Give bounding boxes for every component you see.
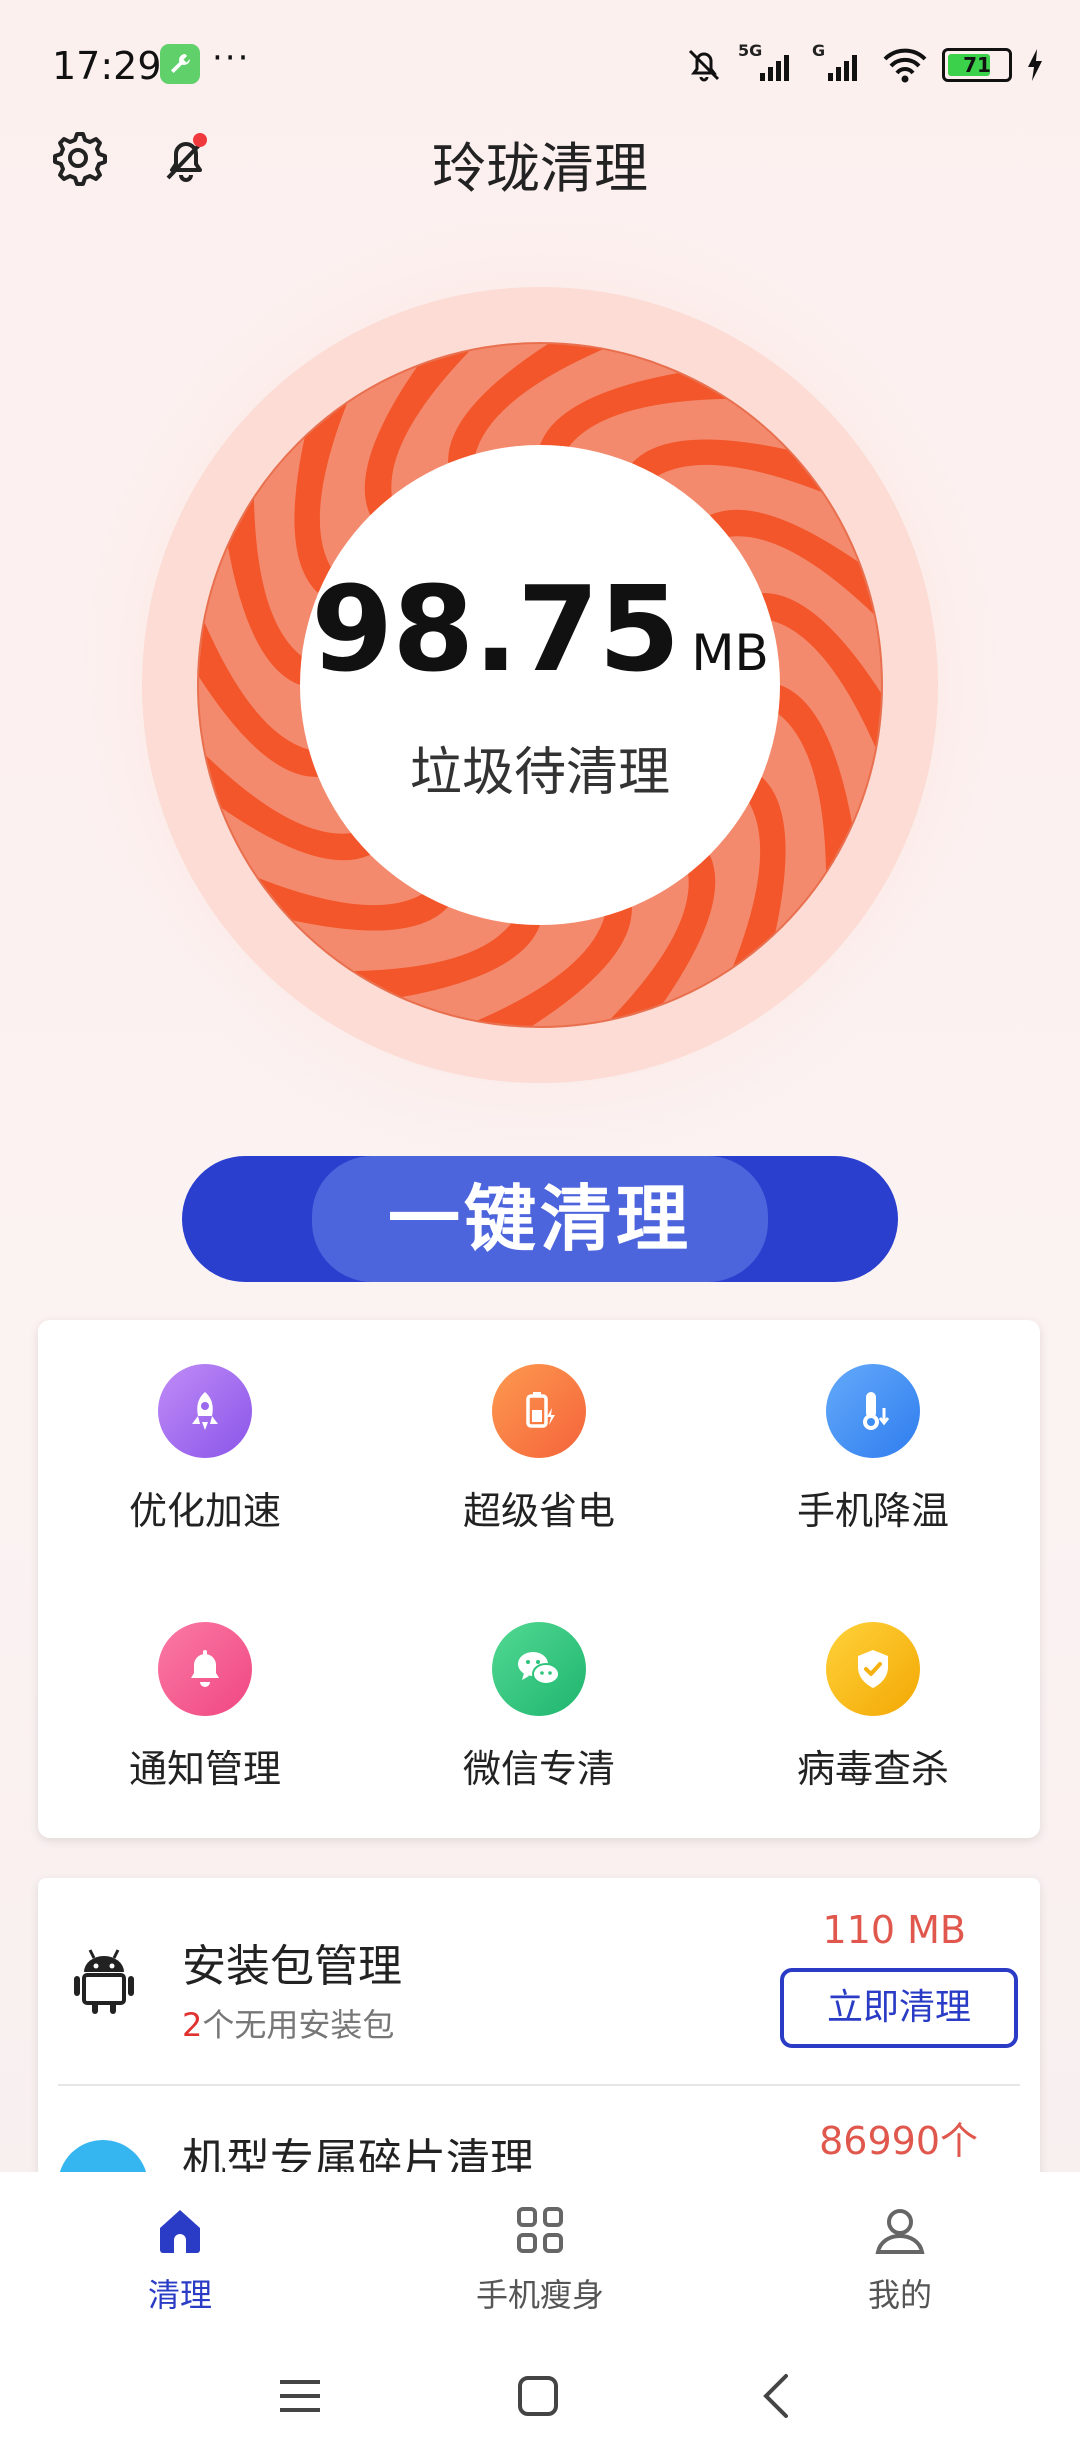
home-icon (160, 2210, 200, 2253)
tool-label: 优化加速 (128, 1489, 281, 1533)
tool-label: 病毒查杀 (796, 1747, 949, 1791)
package-size: 110 MB (822, 1908, 966, 1952)
list-item-package-manager[interactable]: 安装包管理 2个无用安装包 110 MB 立即清理 (38, 1878, 1040, 2084)
rocket-icon (158, 1364, 252, 1458)
tool-virus-scan[interactable]: 病毒查杀 (706, 1578, 1040, 1798)
status-time: 17:29 (52, 44, 162, 88)
nav-tab-mine[interactable]: 我的 (720, 2172, 1080, 2332)
bottom-nav: 清理 手机瘦身 我的 (0, 2172, 1080, 2332)
one-key-clean-label: 一键清理 (387, 1177, 692, 1261)
clean-now-button[interactable]: 立即清理 (780, 1968, 1018, 2048)
tool-optimize-speed[interactable]: 优化加速 (38, 1320, 372, 1540)
cleanup-list: 安装包管理 2个无用安装包 110 MB 立即清理 机型专属碎片清理 86990… (38, 1878, 1040, 2178)
tool-notification-manager[interactable]: 通知管理 (38, 1578, 372, 1798)
page-title: 玲珑清理 (432, 137, 648, 200)
tool-label: 超级省电 (462, 1489, 615, 1533)
junk-size-readout: 98.75 MB (0, 560, 1080, 698)
nav-label-clean: 清理 (147, 2276, 212, 2314)
nav-tab-clean[interactable]: 清理 (0, 2172, 360, 2332)
junk-size-unit: MB (691, 624, 769, 682)
tool-label: 微信专清 (462, 1747, 615, 1791)
menu-icon[interactable] (276, 2376, 324, 2416)
list-item-model-fragments[interactable]: 机型专属碎片清理 86990个 (38, 2084, 1040, 2178)
junk-label: 垃圾待清理 (409, 743, 670, 803)
bell-icon (158, 1622, 252, 1716)
status-bar: 17:29 ··· 5G G 71 (0, 0, 1080, 136)
shield-check-icon (826, 1622, 920, 1716)
package-manager-subtitle: 2个无用安装包 (182, 2000, 394, 2046)
system-nav-bar (0, 2332, 1080, 2460)
grid-icon (517, 2207, 563, 2253)
wifi-icon (883, 48, 927, 83)
silent-bell-icon (688, 49, 720, 82)
nav-label-slim: 手机瘦身 (475, 2276, 604, 2314)
battery-level: 71 (963, 53, 991, 77)
charging-icon (1028, 49, 1042, 81)
signal-2-icon: G (812, 41, 868, 85)
useless-package-count: 2 (182, 2006, 203, 2044)
battery-saver-icon (492, 1364, 586, 1458)
thermometer-icon (826, 1364, 920, 1458)
tool-phone-cooling[interactable]: 手机降温 (706, 1320, 1040, 1540)
nav-label-mine: 我的 (867, 2276, 932, 2314)
wechat-icon (492, 1622, 586, 1716)
more-notifications-indicator: ··· (212, 38, 251, 78)
package-manager-title: 安装包管理 (182, 1941, 402, 1992)
system-icons: 5G G 71 (684, 40, 1044, 90)
home-square-icon[interactable] (516, 2374, 560, 2418)
tool-wechat-clean[interactable]: 微信专清 (372, 1578, 706, 1798)
junk-size-value: 98.75 (311, 560, 680, 698)
tools-grid: 优化加速 超级省电 手机降温 通知管理 微信专清 病毒查杀 (38, 1320, 1040, 1838)
back-icon[interactable] (756, 2372, 796, 2420)
tool-power-saver[interactable]: 超级省电 (372, 1320, 706, 1540)
android-icon (74, 1949, 134, 2014)
tool-label: 手机降温 (796, 1489, 949, 1533)
wrench-app-icon (160, 44, 200, 84)
network-type-2: G (812, 41, 826, 60)
battery-icon: 71 (942, 48, 1012, 82)
signal-1-icon: 5G (738, 41, 798, 85)
model-fragment-title: 机型专属碎片清理 (182, 2135, 534, 2178)
useless-package-text: 个无用安装包 (202, 2006, 395, 2044)
network-type-1: 5G (738, 41, 763, 60)
tool-label: 通知管理 (128, 1747, 281, 1791)
nav-tab-slim[interactable]: 手机瘦身 (360, 2172, 720, 2332)
one-key-clean-button[interactable]: 一键清理 (182, 1156, 898, 1282)
fragment-count: 86990个 (819, 2119, 978, 2163)
user-icon (875, 2209, 925, 2254)
